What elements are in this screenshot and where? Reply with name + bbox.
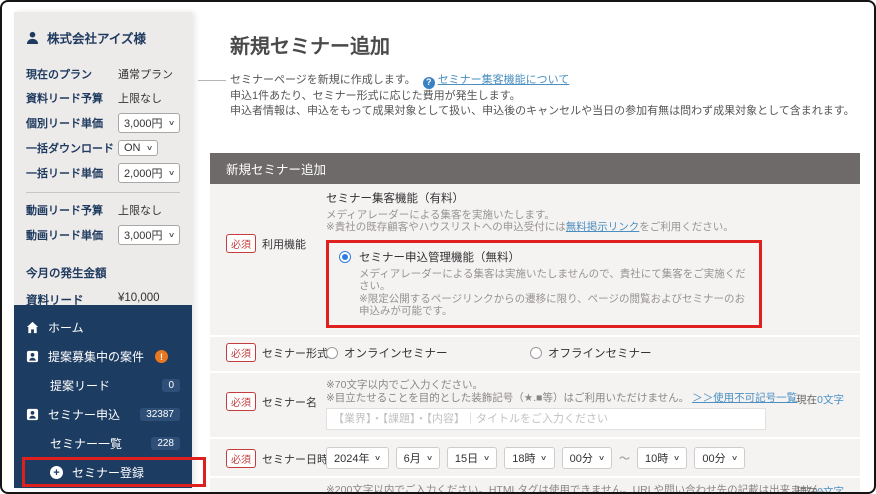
- divider: [26, 192, 180, 193]
- chevron-down-icon: ∨: [145, 145, 153, 152]
- bulk-lead-price-select[interactable]: 2,000円 ∨: [118, 163, 180, 183]
- plan-row: 個別リード単価 3,000円 ∨: [26, 113, 180, 133]
- alert-badge-icon: !: [155, 350, 169, 363]
- required-badge: 必須: [226, 342, 256, 362]
- sidebar: 株式会社アイズ様 現在のプラン 通常プラン 資料リード予算 上限なし 個別リード…: [14, 12, 192, 488]
- page-title: 新規セミナー追加: [230, 36, 390, 58]
- required-badge: 必須: [226, 391, 256, 411]
- radio-icon[interactable]: [529, 346, 542, 359]
- person-card-icon: [26, 350, 39, 363]
- radio-icon[interactable]: [326, 346, 338, 359]
- chevron-down-icon: ∨: [673, 454, 681, 462]
- char-counter: 現在0文字: [796, 485, 844, 494]
- plan-row: 資料リード予算 上限なし: [26, 93, 162, 105]
- end-minute-select[interactable]: 00分 ∨: [694, 446, 745, 469]
- field-label: セミナー日時: [262, 453, 328, 466]
- home-icon: [26, 321, 39, 334]
- seminar-name-input[interactable]: [326, 407, 766, 430]
- free-posting-link[interactable]: 無料掲示リンク: [566, 221, 640, 233]
- required-badge: 必須: [226, 448, 256, 468]
- highlight-box-free-option: セミナー申込管理機能（無料） メディアレーダーによる集客は実施いたしませんので、…: [326, 239, 762, 328]
- day-select[interactable]: 15日 ∨: [446, 446, 498, 469]
- required-badge: 必須: [226, 233, 256, 253]
- end-hour-select[interactable]: 10時 ∨: [636, 446, 688, 469]
- form-body: 必須 利用機能 セミナー集客機能（有料） メディアレーダーによる集客を実施いたし…: [210, 183, 860, 494]
- app-window: 株式会社アイズ様 現在のプラン 通常プラン 資料リード予算 上限なし 個別リード…: [0, 0, 876, 494]
- sidebar-nav: ホーム 提案募集中の案件 ! 提案リード 0 セミナー申込 32387 セミナー…: [14, 305, 192, 488]
- form-row-datetime: 必須 セミナー日時 2024年 ∨ 6月 ∨ 15日 ∨ 18時 ∨ 00分 ∨ ～ 10…: [210, 436, 860, 476]
- person-card-icon: [26, 408, 39, 421]
- intro-line-2: 申込1件あたり、セミナー形式に応じた費用が発生します。: [230, 89, 521, 102]
- plan-row: 一括リード単価 2,000円 ∨: [26, 163, 180, 183]
- company-name: 株式会社アイズ様: [47, 32, 147, 46]
- count-badge: 228: [151, 437, 180, 450]
- video-lead-price-select[interactable]: 3,000円 ∨: [118, 225, 180, 245]
- field-label: セミナー形式: [262, 347, 328, 360]
- year-select[interactable]: 2024年 ∨: [326, 446, 389, 469]
- radio-option-online[interactable]: オンラインセミナー: [326, 345, 448, 361]
- month-select[interactable]: 6月 ∨: [395, 446, 440, 469]
- seminar-form: 新規セミナー追加 必須 利用機能 セミナー集客機能（有料） メディアレーダーによ…: [210, 152, 860, 494]
- sidebar-item-seminar-list[interactable]: セミナー一覧 228: [14, 429, 192, 458]
- chevron-down-icon: ∨: [167, 170, 175, 177]
- plan-row: 一括ダウンロード ON ∨: [26, 139, 180, 157]
- sidebar-item-proposal-leads[interactable]: 提案リード 0: [14, 371, 192, 400]
- sidebar-item-home[interactable]: ホーム: [14, 313, 192, 342]
- plus-circle-icon: +: [50, 466, 63, 479]
- start-minute-select[interactable]: 00分 ∨: [561, 446, 612, 469]
- plan-row: 現在のプラン 通常プラン: [26, 69, 173, 81]
- user-icon: [26, 31, 39, 44]
- forbidden-symbols-link[interactable]: ＞＞使用不可記号一覧: [692, 392, 797, 404]
- radio-option-free[interactable]: セミナー申込管理機能（無料）: [339, 249, 749, 265]
- sidebar-item-seminar-applications[interactable]: セミナー申込 32387: [14, 400, 192, 429]
- form-row-summary: 必須 セミナー概要 ※200文字以内でご入力ください。HTMLタグは使用できませ…: [210, 475, 860, 494]
- form-section-header: 新規セミナー追加: [210, 152, 860, 184]
- form-row-name: 必須 セミナー名 ※70文字以内でご入力ください。 ※目立たせることを目的とした…: [210, 370, 860, 437]
- individual-lead-price-select[interactable]: 3,000円 ∨: [118, 113, 180, 133]
- chevron-down-icon: ∨: [374, 454, 382, 462]
- range-tilde: ～: [618, 452, 630, 465]
- decorative-dash: [198, 80, 226, 81]
- start-hour-select[interactable]: 18時 ∨: [504, 446, 555, 469]
- sidebar-item-seminar-register[interactable]: + セミナー登録: [14, 458, 192, 487]
- form-row-feature: 必須 利用機能 セミナー集客機能（有料） メディアレーダーによる集客を実施いたし…: [210, 184, 860, 335]
- seminar-feature-link[interactable]: セミナー集客機能について: [438, 74, 570, 86]
- chevron-down-icon: ∨: [167, 232, 175, 239]
- sidebar-item-open-proposals[interactable]: 提案募集中の案件 !: [14, 342, 192, 371]
- chevron-down-icon: ∨: [540, 454, 548, 462]
- form-row-format: 必須 セミナー形式 オンラインセミナー オフラインセミナー: [210, 334, 860, 371]
- option-paid-title: セミナー集客機能（有料）: [326, 192, 464, 205]
- option-paid: セミナー集客機能（有料） メディアレーダーによる集客を実施いたします。 ※貴社の…: [326, 190, 844, 234]
- radio-selected-icon[interactable]: [339, 250, 351, 263]
- char-counter: 現在0文字: [796, 393, 844, 406]
- question-icon[interactable]: ?: [422, 76, 435, 89]
- plan-row: 動画リード予算 上限なし: [26, 205, 162, 217]
- chevron-down-icon: ∨: [167, 120, 175, 127]
- chevron-down-icon: ∨: [730, 454, 738, 462]
- main-content: 新規セミナー追加 セミナーページを新規に作成します。? セミナー集客機能について …: [198, 20, 864, 494]
- field-label: 利用機能: [262, 238, 306, 251]
- account-panel: 株式会社アイズ様 現在のプラン 通常プラン 資料リード予算 上限なし 個別リード…: [14, 12, 192, 333]
- intro-line-1: セミナーページを新規に作成します。: [230, 74, 416, 86]
- bulk-download-select[interactable]: ON ∨: [118, 140, 158, 156]
- count-badge: 0: [162, 379, 180, 392]
- chevron-down-icon: ∨: [425, 454, 433, 462]
- billing-title: 今月の発生金額: [26, 268, 107, 280]
- name-help-1: ※70文字以内でご入力ください。: [326, 378, 483, 391]
- plan-row: 動画リード単価 3,000円 ∨: [26, 225, 180, 245]
- summary-help: ※200文字以内でご入力ください。HTMLタグは使用できません。URLや問い合わ…: [326, 483, 832, 494]
- chevron-down-icon: ∨: [483, 454, 491, 462]
- count-badge: 32387: [140, 408, 180, 421]
- name-help-2: ※目立たせることを目的とした装飾記号（★.■等）はご利用いただけません。 ＞＞使…: [326, 391, 798, 404]
- chevron-down-icon: ∨: [597, 454, 606, 462]
- radio-option-offline[interactable]: オフラインセミナー: [529, 345, 651, 361]
- company-row: 株式会社アイズ様: [26, 28, 180, 47]
- field-label: セミナー名: [262, 396, 317, 409]
- intro-text: セミナーページを新規に作成します。? セミナー集客機能について 申込1件あたり、セ…: [198, 73, 864, 119]
- intro-line-3: 申込者情報は、申込をもって成果対象として扱い、申込後のキャンセルや当日の参加有無…: [230, 104, 855, 117]
